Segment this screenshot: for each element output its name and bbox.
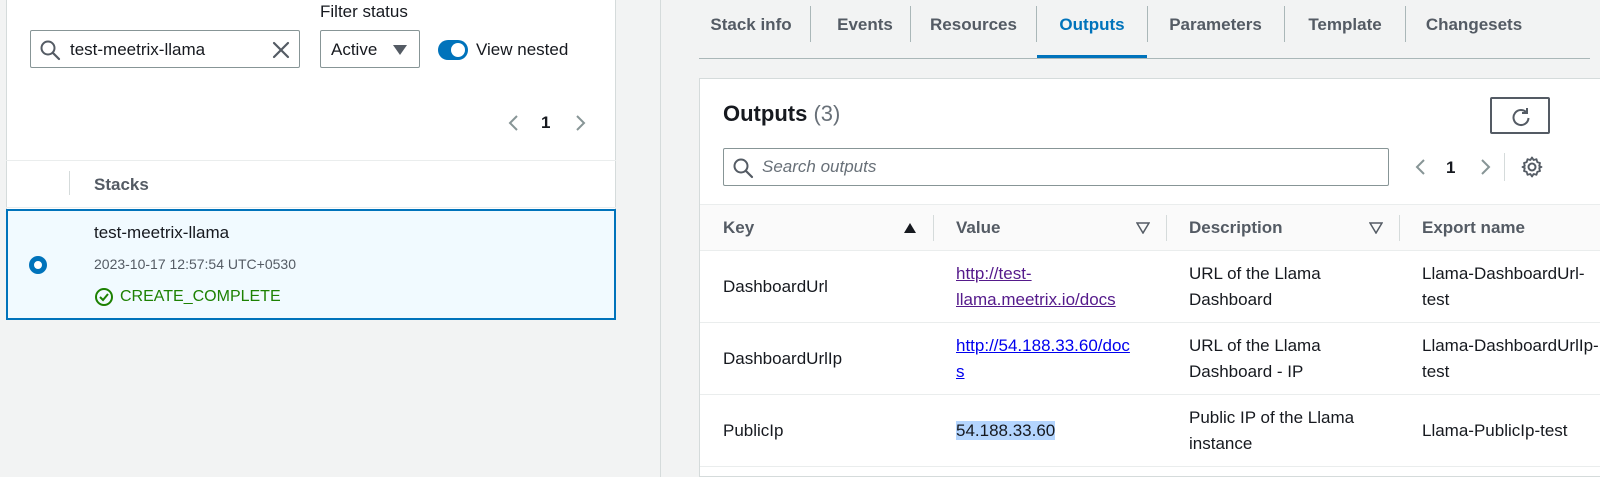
outputs-title: Outputs — [723, 101, 808, 126]
clear-search-icon[interactable] — [271, 40, 291, 60]
stacks-pagination: 1 — [505, 110, 595, 136]
outputs-table: Key Value Description Export name Dashbo… — [700, 204, 1600, 467]
chevron-left-icon[interactable] — [505, 113, 523, 133]
table-row: PublicIp 54.188.33.60 Public IP of the L… — [700, 394, 1600, 467]
search-icon — [40, 40, 61, 61]
tab-resources[interactable]: Resources — [911, 0, 1036, 58]
tab-events[interactable]: Events — [819, 0, 911, 58]
outputs-container: Outputs (3) 1 — [699, 78, 1600, 477]
search-icon — [733, 158, 754, 179]
column-divider — [1399, 215, 1400, 241]
toggle-knob — [451, 43, 465, 57]
outputs-count: (3) — [813, 101, 841, 126]
refresh-button[interactable] — [1490, 97, 1550, 134]
output-value-selected[interactable]: 54.188.33.60 — [956, 420, 1056, 440]
stack-name: test-meetrix-llama — [94, 223, 230, 242]
stack-status: CREATE_COMPLETE — [94, 287, 281, 307]
page-number[interactable]: 1 — [541, 113, 550, 133]
output-key: PublicIp — [700, 394, 933, 467]
filter-status-select[interactable]: Active — [320, 30, 420, 68]
tab-separator — [810, 6, 811, 42]
outputs-header-row: Key Value Description Export name — [700, 204, 1600, 251]
outputs-pagination: 1 — [1412, 153, 1512, 181]
chevron-left-icon[interactable] — [1412, 157, 1430, 177]
view-nested-label: View nested — [476, 40, 569, 59]
output-value-link[interactable]: http://test-llama.meetrix.io/docs — [956, 264, 1116, 309]
output-key: DashboardUrlIp — [700, 322, 933, 395]
stack-search-value: test-meetrix-llama — [70, 40, 206, 59]
output-export-name: Llama-DashboardUrl-test — [1399, 250, 1600, 323]
chevron-right-icon[interactable] — [1476, 157, 1494, 177]
output-key: DashboardUrl — [700, 250, 933, 323]
stacks-table-header: Stacks — [6, 160, 616, 208]
tab-outputs[interactable]: Outputs — [1037, 0, 1147, 58]
column-header-key-label: Key — [723, 217, 755, 237]
stack-status-text: CREATE_COMPLETE — [120, 288, 281, 305]
column-header-description-label: Description — [1189, 217, 1283, 237]
stack-search-input[interactable]: test-meetrix-llama — [30, 30, 300, 68]
column-header-export-label: Export name — [1422, 217, 1525, 237]
stack-details-panel: Stack info Events Resources Outputs Para… — [661, 0, 1600, 477]
column-header-key[interactable]: Key — [700, 204, 933, 251]
outputs-search-input[interactable] — [762, 155, 1362, 179]
gear-icon[interactable] — [1520, 155, 1544, 179]
output-description: Public IP of the Llama instance — [1166, 394, 1399, 467]
stacks-column-header: Stacks — [94, 175, 149, 194]
sort-icon[interactable] — [1369, 222, 1383, 234]
tab-template[interactable]: Template — [1285, 0, 1405, 58]
check-circle-icon — [95, 288, 113, 306]
tab-changesets[interactable]: Changesets — [1406, 0, 1542, 58]
tab-parameters[interactable]: Parameters — [1148, 0, 1283, 58]
column-header-value[interactable]: Value — [933, 204, 1166, 251]
column-header-value-label: Value — [956, 217, 1001, 237]
output-description: URL of the Llama Dashboard — [1166, 250, 1399, 323]
sort-ascending-icon[interactable] — [903, 222, 917, 234]
column-divider — [933, 215, 934, 241]
output-export-name: Llama-DashboardUrlIp-test — [1399, 322, 1600, 395]
stack-created-date: 2023-10-17 12:57:54 UTC+0530 — [94, 256, 296, 272]
output-value: http://54.188.33.60/doc s — [933, 322, 1166, 395]
table-row: DashboardUrl http://test-llama.meetrix.i… — [700, 250, 1600, 323]
refresh-icon — [1512, 108, 1530, 127]
column-divider — [1166, 215, 1167, 241]
stack-detail-tabs: Stack info Events Resources Outputs Para… — [699, 0, 1590, 59]
stack-row[interactable]: test-meetrix-llama 2023-10-17 12:57:54 U… — [6, 209, 616, 320]
stack-radio-selected[interactable] — [29, 256, 47, 274]
output-value-link[interactable]: http://54.188.33.60/doc s — [956, 336, 1130, 381]
filter-status-value: Active — [331, 40, 378, 59]
column-header-description[interactable]: Description — [1166, 204, 1399, 251]
filter-status-label: Filter status — [320, 2, 408, 21]
table-row: DashboardUrlIp http://54.188.33.60/doc s … — [700, 322, 1600, 395]
outputs-search-field[interactable] — [723, 148, 1389, 186]
caret-down-icon — [393, 45, 407, 55]
column-divider — [69, 171, 70, 195]
chevron-right-icon[interactable] — [571, 113, 589, 133]
sort-icon[interactable] — [1136, 222, 1150, 234]
pagination-separator — [1504, 153, 1505, 181]
column-header-export-name[interactable]: Export name — [1399, 204, 1600, 251]
view-nested-toggle[interactable] — [438, 40, 468, 60]
outputs-heading: Outputs (3) — [723, 101, 840, 127]
tab-stack-info[interactable]: Stack info — [701, 0, 801, 58]
page-number[interactable]: 1 — [1446, 158, 1455, 178]
output-description: URL of the Llama Dashboard - IP — [1166, 322, 1399, 395]
stacks-panel: test-meetrix-llama Filter status Active … — [0, 0, 616, 330]
output-export-name: Llama-PublicIp-test — [1399, 394, 1600, 467]
output-value: http://test-llama.meetrix.io/docs — [933, 250, 1166, 323]
output-value[interactable]: 54.188.33.60 — [933, 394, 1166, 467]
